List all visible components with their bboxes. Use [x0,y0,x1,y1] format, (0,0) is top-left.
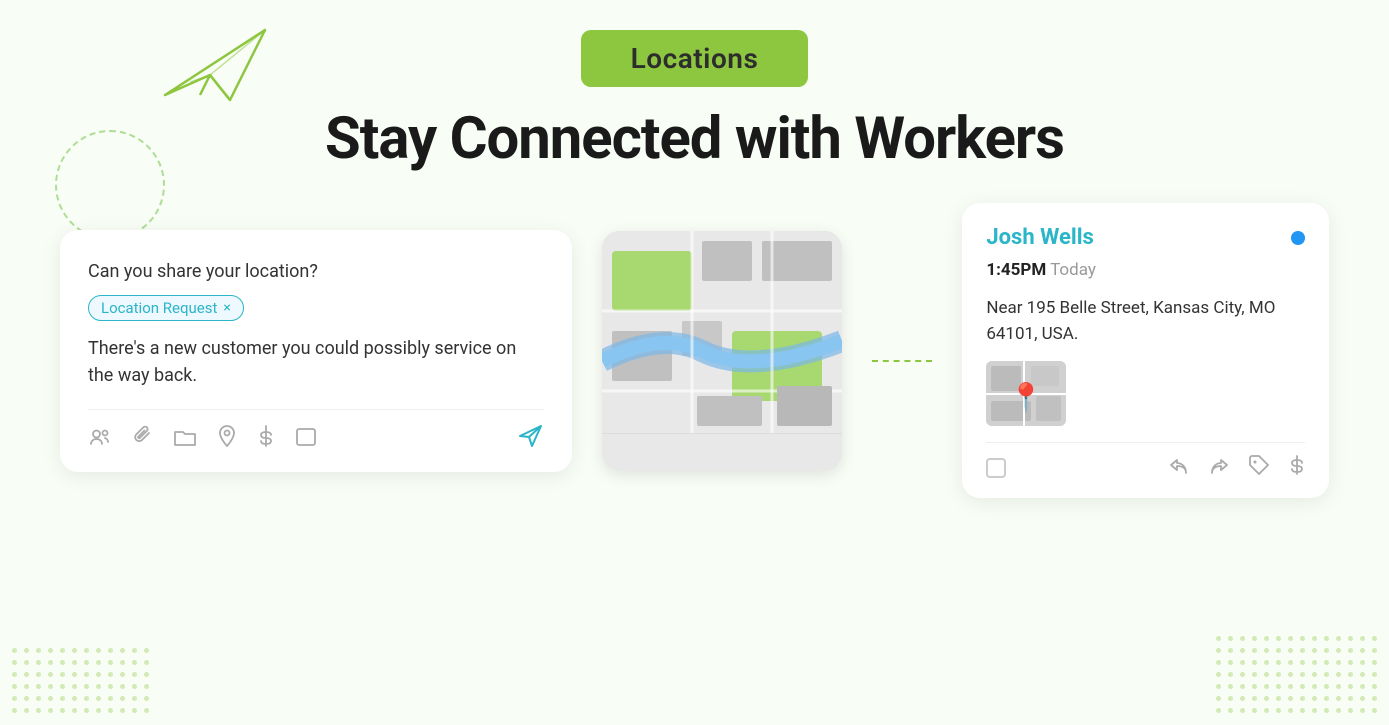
dashed-circle-decoration [55,130,165,240]
worker-card-header: Josh Wells [986,225,1305,250]
location-request-close[interactable]: × [223,300,230,316]
worker-name: Josh Wells [986,225,1094,250]
send-icon[interactable] [518,424,544,454]
paper-plane-decoration [155,20,275,110]
chat-card: Can you share your location? Location Re… [60,230,572,472]
page-container: Locations Stay Connected with Workers Ca… [0,0,1389,725]
forward-icon[interactable] [1209,456,1229,479]
worker-time: 1:45PM Today [986,260,1305,280]
map-pin-icon: 📍 [1009,381,1044,414]
locations-badge: Locations [581,30,809,87]
assign-icon[interactable] [88,426,110,451]
tag-icon[interactable] [1249,455,1269,480]
content-row: Can you share your location? Location Re… [0,203,1389,498]
worker-map-thumbnail: 📍 [986,361,1066,426]
online-status-dot [1291,231,1305,245]
map-image [602,231,842,433]
folder-icon[interactable] [174,427,196,451]
worker-time-suffix: Today [1050,260,1096,280]
dot-grid-right [1204,624,1389,725]
attach-icon[interactable] [132,425,152,452]
map-bottom-bar [602,433,842,471]
worker-time-value: 1:45PM [986,260,1046,280]
chat-message-line1: Can you share your location? [88,258,544,285]
reply-icon[interactable] [1169,456,1189,479]
chat-toolbar-icons [88,425,316,452]
worker-select-checkbox[interactable] [986,458,1006,478]
location-icon[interactable] [218,425,236,452]
worker-address: Near 195 Belle Street, Kansas City, MO 6… [986,296,1305,347]
connector-line [872,360,932,362]
dot-grid-left: // Will be rendered by inline JS below [0,636,161,725]
location-request-tag[interactable]: Location Request × [88,295,244,321]
worker-toolbar-icons [1169,455,1305,480]
dollar-icon[interactable] [258,425,274,452]
worker-card-toolbar [986,442,1305,480]
worker-card: Josh Wells 1:45PM Today Near 195 Belle S… [962,203,1329,498]
map-card [602,231,842,471]
chat-message-line2: There's a new customer you could possibl… [88,335,544,389]
header-area: Locations Stay Connected with Workers [325,30,1064,173]
location-request-tag-label: Location Request [101,299,217,317]
chat-toolbar [88,409,544,454]
bracket-icon[interactable] [296,427,316,451]
worker-dollar-icon[interactable] [1289,455,1305,480]
main-heading: Stay Connected with Workers [325,105,1064,173]
